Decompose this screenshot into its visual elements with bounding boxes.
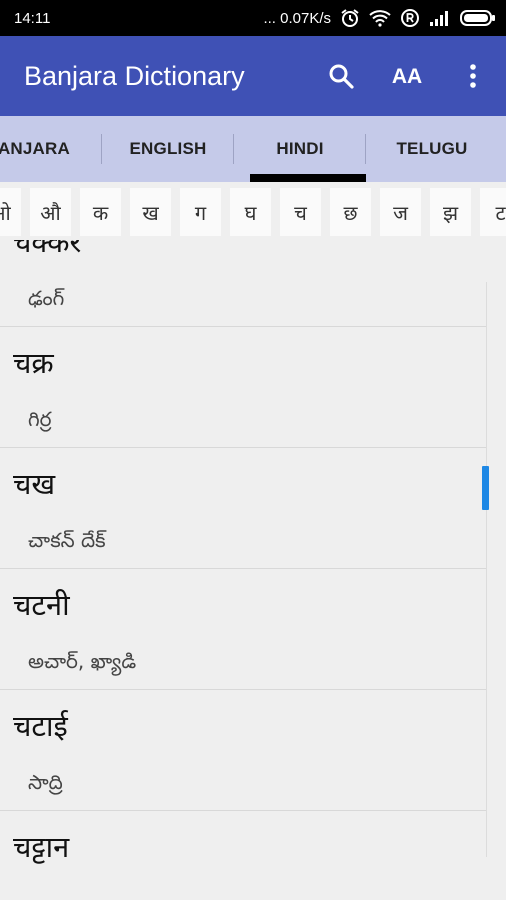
network-speed: ... 0.07K/s	[263, 9, 331, 27]
status-time: 14:11	[14, 9, 51, 27]
letter-button[interactable]: झ	[430, 188, 471, 236]
letter-button[interactable]: च	[280, 188, 321, 236]
language-tabs: BANJARA ENGLISH HINDI TELUGU	[0, 116, 506, 182]
scroll-track	[486, 282, 487, 857]
app-bar: Banjara Dictionary AA	[0, 36, 506, 116]
search-button[interactable]	[308, 36, 374, 116]
entry-word: चट्टान	[13, 830, 70, 864]
entry-word: चटनी	[13, 588, 70, 622]
letter-button[interactable]: ओ	[0, 188, 21, 236]
signal-icon	[429, 9, 451, 27]
entry-word: चक्कर	[13, 240, 82, 259]
status-bar: 14:11 ... 0.07K/s	[0, 0, 506, 36]
list-item[interactable]: चटाई సాద్రి	[0, 690, 486, 811]
list-item[interactable]: चटनी అచార్, ఖ్యాడి	[0, 569, 486, 690]
letter-button[interactable]: क	[80, 188, 121, 236]
letter-button[interactable]: छ	[330, 188, 371, 236]
app-actions: AA	[308, 36, 506, 116]
tab-label: ENGLISH	[129, 139, 207, 158]
entry-word: चक्र	[13, 346, 54, 380]
tab-telugu[interactable]: TELUGU	[366, 116, 498, 182]
battery-icon	[460, 9, 496, 27]
tab-label: TELUGU	[396, 139, 468, 158]
alarm-icon	[340, 8, 360, 28]
more-options-button[interactable]	[440, 36, 506, 116]
entry-meaning: అచార్, ఖ్యాడి	[28, 649, 137, 673]
more-vert-icon	[470, 64, 476, 88]
tab-hindi[interactable]: HINDI	[234, 116, 366, 182]
list-item[interactable]: चख చాకన్ దేక్	[0, 448, 486, 569]
app-title: Banjara Dictionary	[24, 60, 245, 91]
word-list[interactable]: चक्कर ఢంగ్ चक्र గిర్ర चख చాకన్ దేక్ चटनी అచార్,…	[0, 240, 506, 900]
status-icons: ... 0.07K/s	[263, 8, 496, 28]
letter-button[interactable]: घ	[230, 188, 271, 236]
registered-icon	[400, 8, 420, 28]
alphabet-strip[interactable]: ओऔकखगघचछजझटठ	[0, 182, 506, 240]
letter-button[interactable]: औ	[30, 188, 71, 236]
font-size-button[interactable]: AA	[374, 36, 440, 116]
tab-label: BANJARA	[0, 139, 70, 158]
tab-english[interactable]: ENGLISH	[102, 116, 234, 182]
list-item[interactable]: चक्र గిర్ర	[0, 327, 486, 448]
entry-meaning: సాద్రి	[28, 770, 63, 794]
wifi-icon	[369, 9, 391, 27]
list-item[interactable]: चट्टान	[0, 811, 486, 900]
entry-meaning: ఢంగ్	[28, 286, 65, 310]
entry-meaning: చాకన్ దేక్	[28, 528, 106, 552]
alphabet-track: ओऔकखगघचछजझटठ	[0, 188, 506, 236]
word-list-inner: चक्कर ఢంగ్ चक्र గిర్ర चख చాకన్ దేక్ चटनी అచార్,…	[0, 240, 486, 900]
letter-button[interactable]: ट	[480, 188, 506, 236]
entry-word: चख	[13, 467, 56, 501]
scrollbar-thumb[interactable]	[482, 466, 489, 510]
entry-word: चटाई	[13, 709, 68, 743]
letter-button[interactable]: ग	[180, 188, 221, 236]
list-item[interactable]: चक्कर ఢంగ్	[0, 240, 486, 327]
letter-button[interactable]: ज	[380, 188, 421, 236]
letter-button[interactable]: ख	[130, 188, 171, 236]
font-size-icon: AA	[391, 64, 423, 88]
tab-banjara[interactable]: BANJARA	[0, 116, 102, 182]
tab-label: HINDI	[276, 139, 324, 158]
search-icon	[329, 64, 354, 89]
entry-meaning: గిర్ర	[28, 407, 52, 431]
